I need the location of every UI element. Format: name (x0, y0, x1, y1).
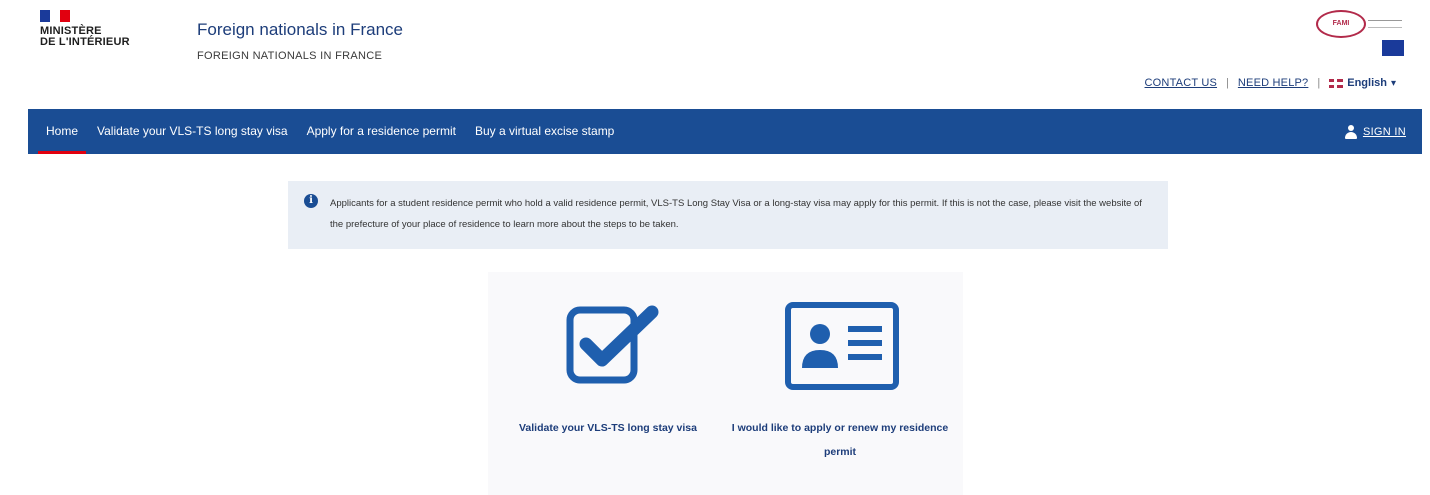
language-label: English (1347, 77, 1387, 89)
info-icon: i (304, 194, 318, 208)
ministry-name-line2: DE L'INTÉRIEUR (40, 36, 130, 48)
ministry-logo[interactable]: MINISTÈRE DE L'INTÉRIEUR (36, 10, 166, 90)
sign-in-label: SIGN IN (1362, 125, 1406, 138)
fami-logo: FAMI (1316, 8, 1406, 60)
eu-flag-icon (1382, 40, 1404, 56)
nav-buy-excise-stamp[interactable]: Buy a virtual excise stamp (475, 109, 614, 154)
card-validate-visa[interactable]: Validate your VLS-TS long stay visa (498, 272, 718, 495)
link-separator: | (1317, 77, 1321, 89)
site-subtitle: FOREIGN NATIONALS IN FRANCE (197, 50, 383, 62)
top-links: CONTACT US | NEED HELP? | English ▾ (1145, 77, 1396, 89)
id-card-icon (785, 302, 899, 390)
contact-us-link[interactable]: CONTACT US (1145, 77, 1218, 89)
site-header: MINISTÈRE DE L'INTÉRIEUR Foreign nationa… (0, 0, 1430, 108)
fami-logo-lines (1368, 20, 1402, 28)
nav-apply-residence-permit[interactable]: Apply for a residence permit (307, 109, 456, 154)
user-icon (1344, 124, 1357, 139)
language-selector[interactable]: English ▾ (1329, 77, 1396, 89)
fami-logo-text: FAMI (1316, 10, 1366, 38)
card-validate-visa-label: Validate your VLS-TS long stay visa (519, 422, 697, 434)
nav-home[interactable]: Home (37, 109, 87, 154)
nav-validate-visa[interactable]: Validate your VLS-TS long stay visa (97, 109, 288, 154)
site-title[interactable]: Foreign nationals in France (197, 20, 403, 40)
chevron-down-icon: ▾ (1390, 77, 1396, 89)
french-flag-icon (40, 10, 70, 22)
card-residence-permit-label: I would like to apply or renew my reside… (731, 422, 949, 458)
uk-flag-icon (1329, 78, 1344, 88)
link-separator: | (1226, 77, 1229, 89)
info-text: Applicants for a student residence permi… (330, 198, 1142, 230)
need-help-link[interactable]: NEED HELP? (1238, 77, 1308, 89)
action-cards: Validate your VLS-TS long stay visa I wo… (488, 272, 963, 495)
card-residence-permit[interactable]: I would like to apply or renew my reside… (730, 272, 950, 495)
main-nav: Home Validate your VLS-TS long stay visa… (28, 109, 1422, 154)
checkbox-icon (566, 305, 659, 384)
sign-in-button[interactable]: SIGN IN (1344, 109, 1406, 154)
info-notice: i Applicants for a student residence per… (288, 181, 1168, 249)
